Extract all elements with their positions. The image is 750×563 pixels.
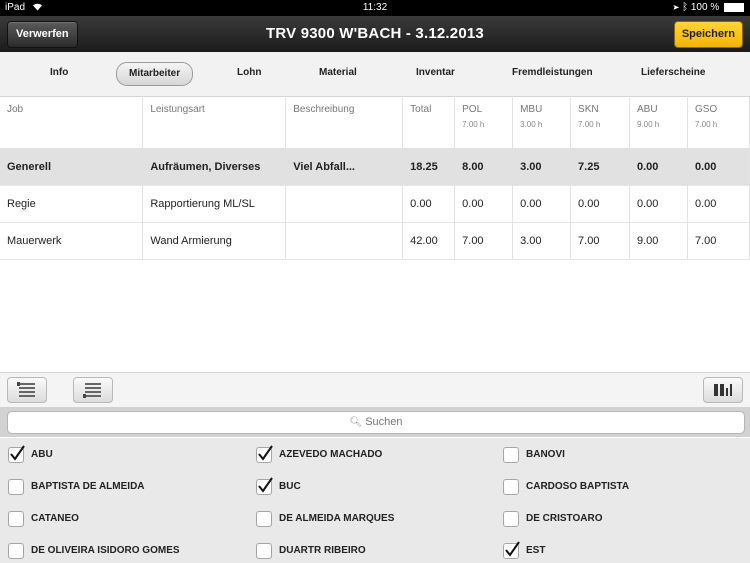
battery-percent: 100 % [690,2,720,13]
col-abu: ABU 9.00 h [629,96,688,149]
employee-checkbox[interactable] [256,445,273,463]
cell-gso: 0.00 [687,148,750,186]
tab-lieferscheine[interactable]: Lieferscheine [641,62,705,84]
page-title: TRV 9300 W'BACH - 3.12.2013 [266,25,484,42]
employee-name: DUARTR RIBEIRO [279,545,366,556]
cell-job: Generell [0,148,144,186]
tab-fremdleistungen[interactable]: Fremdleistungen [512,62,593,84]
cell-abu: 0.00 [629,148,688,186]
table-row[interactable]: Mauerwerk Wand Armierung 42.00 7.00 3.00… [0,222,750,260]
cell-beschreibung: Viel Abfall... [285,148,404,186]
col-beschreibung: Beschreibung [285,96,404,149]
cell-pol: 7.00 [454,222,514,260]
tab-inventar[interactable]: Inventar [416,62,455,84]
add-row-above-button[interactable] [7,377,47,403]
employee-checkbox[interactable] [8,543,24,559]
employee-name: AZEVEDO MACHADO [279,449,383,460]
save-button[interactable]: Speichern [673,21,743,48]
employee-checkbox[interactable] [256,511,272,527]
cell-abu: 0.00 [629,185,688,223]
location-icon: ➤ [673,2,680,13]
employee-name: BUC [279,481,301,492]
cell-leistungsart: Wand Armierung [142,222,287,260]
search-placeholder: Suchen [365,416,403,428]
table-row[interactable]: Generell Aufräumen, Diverses Viel Abfall… [0,148,750,186]
nav-bar: Verwerfen TRV 9300 W'BACH - 3.12.2013 Sp… [0,16,750,52]
bluetooth-icon: ᛒ [682,2,689,13]
columns-button[interactable] [703,377,743,403]
cell-beschreibung [285,222,404,260]
cell-skn: 0.00 [570,185,630,223]
cell-pol: 0.00 [454,185,514,223]
cell-mbu: 3.00 [512,222,572,260]
employee-checkbox[interactable] [503,479,519,495]
employee-name: BAPTISTA DE ALMEIDA [31,481,145,492]
employee-name: EST [526,545,546,556]
employee-list: ABU AZEVEDO MACHADO BANOVI BAPTISTA DE ALME… [0,438,750,563]
table-toolbar [0,372,750,408]
cell-leistungsart: Rapportierung ML/SL [142,185,287,223]
cell-skn: 7.00 [570,222,630,260]
employee-checkbox[interactable] [503,447,519,463]
cell-gso: 7.00 [687,222,750,260]
col-pol: POL 7.00 h [454,96,514,149]
table-row[interactable]: Regie Rapportierung ML/SL 0.00 0.00 0.00… [0,185,750,223]
status-time: 11:32 [362,2,388,13]
col-total: Total [402,96,456,149]
cell-beschreibung [285,185,404,223]
cell-job: Mauerwerk [0,222,144,260]
search-bar: 🔍︎ Suchen [0,407,750,437]
employee-checkbox[interactable] [503,511,519,527]
employee-checkbox[interactable] [8,511,24,527]
cell-mbu: 3.00 [512,148,572,186]
cell-abu: 9.00 [629,222,688,260]
cell-total: 42.00 [402,222,456,260]
col-mbu: MBU 3.00 h [512,96,572,149]
add-row-below-button[interactable] [73,377,113,403]
employee-name: DE OLIVEIRA ISIDORO GOMES [31,545,180,556]
col-leistungsart: Leistungsart [142,96,287,149]
search-icon: 🔍︎ [349,417,363,428]
job-table: Job Leistungsart Beschreibung Total POL 7… [0,96,750,260]
tab-bar: Info Mitarbeiter Lohn Material Inventar … [0,52,750,97]
tab-lohn[interactable]: Lohn [237,62,261,84]
status-bar: iPad 11:32 ➤ ᛒ 100 % [0,0,750,16]
col-skn: SKN 7.00 h [570,96,630,149]
employee-name: ABU [31,449,53,460]
tab-mitarbeiter[interactable]: Mitarbeiter [116,62,194,86]
status-right: ➤ ᛒ 100 % [673,2,744,13]
employee-name: CARDOSO BAPTISTA [526,481,630,492]
employee-checkbox[interactable] [256,477,273,495]
employee-name: DE ALMEIDA MARQUES [279,513,395,524]
battery-icon [724,2,744,12]
employee-name: DE CRISTOARO [526,513,603,524]
cell-gso: 0.00 [687,185,750,223]
employee-checkbox[interactable] [8,479,24,495]
cell-skn: 7.25 [570,148,630,186]
cell-job: Regie [0,185,144,223]
cell-leistungsart: Aufräumen, Diverses [142,148,287,186]
employee-name: CATANEO [31,513,79,524]
tab-material[interactable]: Material [319,62,357,84]
employee-checkbox[interactable] [256,543,272,559]
employee-checkbox[interactable] [503,541,520,559]
col-gso: GSO 7.00 h [687,96,750,149]
employee-name: BANOVI [526,449,565,460]
cell-mbu: 0.00 [512,185,572,223]
search-input[interactable]: 🔍︎ Suchen [7,411,745,434]
cell-total: 18.25 [402,148,456,186]
cell-total: 0.00 [402,185,456,223]
col-job: Job [0,96,144,149]
table-header-row: Job Leistungsart Beschreibung Total POL 7… [0,96,750,149]
tab-info[interactable]: Info [50,62,68,84]
cell-pol: 8.00 [454,148,514,186]
employee-checkbox[interactable] [8,445,25,463]
